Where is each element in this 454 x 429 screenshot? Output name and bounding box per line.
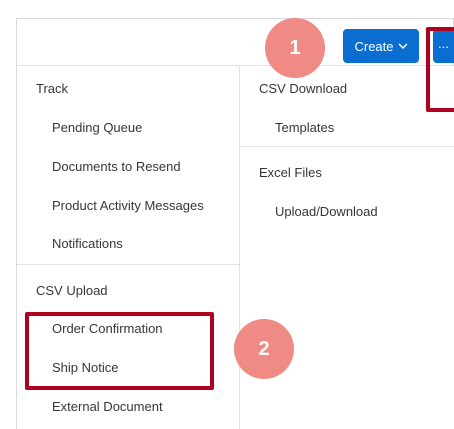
create-button-label: Create — [354, 38, 394, 54]
page: Create ... Track Pending Queue Documents… — [0, 0, 454, 429]
menu-header-csv-upload: CSV Upload — [36, 283, 108, 298]
menu-header-csv-download: CSV Download — [259, 81, 348, 96]
menu-item-external-document[interactable]: External Document — [52, 399, 163, 414]
menu-header-excel-files: Excel Files — [259, 165, 322, 180]
menu-item-product-activity-messages[interactable]: Product Activity Messages — [52, 198, 204, 213]
menu-column-divider — [239, 66, 240, 429]
menu-header-track: Track — [36, 81, 69, 96]
highlight-box-csv-items — [25, 312, 214, 390]
chevron-down-icon — [397, 43, 408, 50]
menu-item-upload-download[interactable]: Upload/Download — [275, 204, 378, 219]
menu-item-templates[interactable]: Templates — [275, 120, 334, 135]
step-badge-1: 1 — [265, 18, 325, 78]
menu-item-documents-to-resend[interactable]: Documents to Resend — [52, 159, 181, 174]
menu-separator — [240, 146, 454, 147]
step-badge-2: 2 — [234, 319, 294, 379]
menu-item-notifications[interactable]: Notifications — [52, 236, 123, 251]
menu-separator — [17, 264, 239, 265]
create-button[interactable]: Create — [343, 29, 419, 63]
highlight-box-more-button — [426, 27, 454, 112]
menu-item-pending-queue[interactable]: Pending Queue — [52, 120, 142, 135]
